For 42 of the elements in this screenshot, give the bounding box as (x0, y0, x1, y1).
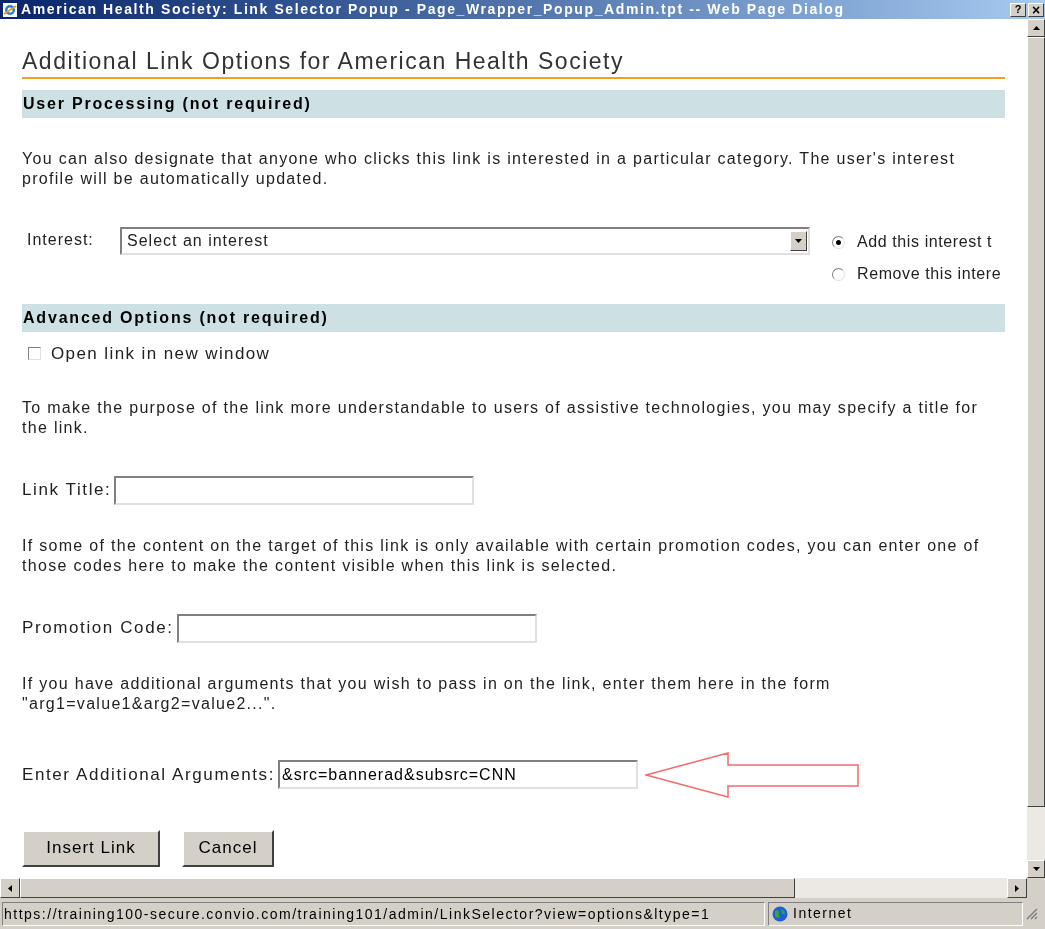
window-title: American Health Society: Link Selector Popup - Page_Wrapper_Popup_Admin.tpt -- Web Page Dialog (21, 0, 845, 19)
field-label: Link Title: (22, 479, 112, 502)
dropdown-arrow-icon (795, 239, 802, 243)
scroll-left-button[interactable] (0, 878, 20, 898)
checkbox-label: Open link in new window (51, 343, 271, 365)
cancel-button[interactable]: Cancel (182, 829, 274, 867)
paragraph: You can also designate that anyone who clicks this link is interested in a particular category. The user's interest profile will be automatically updated. (22, 149, 957, 189)
field-label: Interest: (27, 230, 95, 250)
scroll-up-button[interactable] (1027, 19, 1045, 37)
paragraph: If you have additional arguments that you wish to pass in on the link, enter them here in the form "arg1=value1&arg2=value2...". (22, 673, 832, 714)
text-field[interactable]: &src=bannerad&subsrc=CNN (278, 760, 638, 789)
left-arrow-icon (8, 884, 12, 892)
text-field[interactable] (176, 613, 537, 643)
scroll-right-button[interactable] (1007, 878, 1027, 898)
text-field[interactable] (114, 475, 475, 505)
up-arrow-icon (1032, 26, 1040, 30)
page-heading: Additional Link Options for American Health Society (22, 48, 1005, 79)
radio-label: Remove this intere (857, 264, 1002, 284)
right-arrow-icon (1015, 884, 1019, 892)
radio-button[interactable] (832, 235, 845, 249)
horizontal-scrollbar[interactable] (0, 878, 1027, 898)
globe-icon (772, 905, 788, 922)
radio-button[interactable] (832, 267, 845, 281)
radio-label: Add this interest t (857, 232, 993, 252)
close-button[interactable]: × (1028, 2, 1044, 17)
insert-link-button[interactable]: Insert Link (22, 829, 160, 867)
section-header: Advanced Options (not required) (22, 304, 1005, 332)
scroll-down-button[interactable] (1027, 860, 1045, 878)
resize-grip-icon[interactable] (1026, 907, 1038, 920)
field-label: Promotion Code: (22, 617, 174, 640)
help-button[interactable]: ? (1010, 2, 1026, 17)
paragraph: To make the purpose of the link more understandable to users of assistive technologies, you may specify a title for the link. (22, 397, 980, 438)
down-arrow-icon (1032, 867, 1040, 871)
field-label: Enter Additional Arguments: (22, 763, 275, 786)
interest-dropdown[interactable]: Select an interest (120, 227, 810, 255)
browser-icon (2, 1, 18, 18)
checkbox[interactable] (28, 347, 41, 361)
paragraph: If some of the content on the target of this link is only available with certain promotion codes, you can enter one of those codes here to make the content visible when this link is selected. (22, 535, 981, 576)
scroll-thumb[interactable] (20, 878, 795, 898)
security-zone: Internet (793, 904, 853, 923)
status-url: https://training100-secure.convio.com/training101/admin/LinkSelector?view=options&ltype=1 (2, 901, 765, 926)
section-header: User Processing (not required) (22, 90, 1005, 118)
